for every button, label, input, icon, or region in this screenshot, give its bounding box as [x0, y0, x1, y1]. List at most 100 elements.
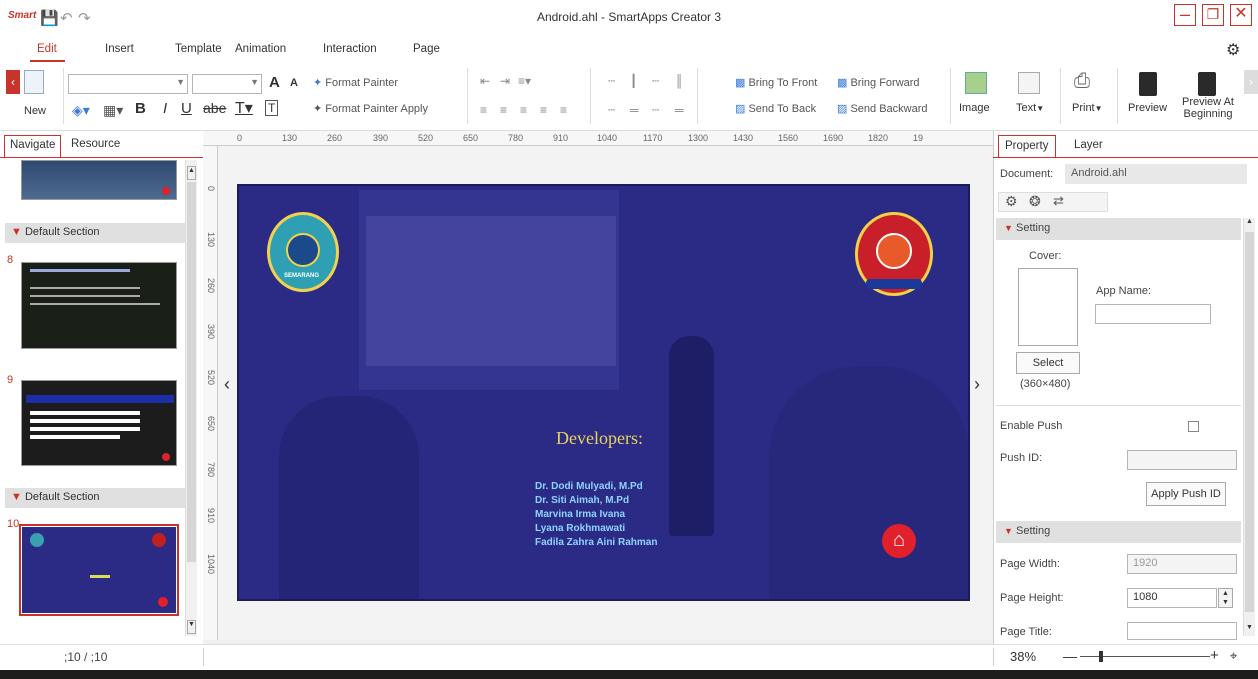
page-thumbnail-7[interactable]: [21, 160, 177, 200]
print-icon[interactable]: ⎙: [1074, 70, 1090, 93]
section-header[interactable]: ▼ Default Section: [5, 488, 185, 508]
gear-icon[interactable]: ⚙: [1005, 193, 1018, 210]
print-button[interactable]: Print▼: [1072, 102, 1103, 114]
close-icon[interactable]: ✕: [1230, 4, 1252, 26]
fit-to-screen-icon[interactable]: ⌖: [1230, 648, 1237, 664]
setting-section-header[interactable]: ▼ Setting: [996, 218, 1241, 240]
home-button[interactable]: ⌂: [882, 524, 916, 558]
menu-animation[interactable]: Animation: [235, 43, 286, 55]
scrollbar-thumb[interactable]: [1245, 232, 1254, 612]
line-spacing-icon[interactable]: ≡▾: [518, 74, 531, 88]
menu-edit[interactable]: Edit: [37, 43, 57, 55]
zoom-in-icon[interactable]: +: [1210, 647, 1219, 664]
scroll-down-icon[interactable]: ▼: [1245, 624, 1254, 636]
android-icon[interactable]: ❂: [1029, 193, 1041, 210]
preview-at-beginning-icon[interactable]: [1198, 72, 1216, 96]
distribute-h-icon[interactable]: ║: [675, 74, 684, 88]
grow-font-button[interactable]: A: [269, 74, 280, 91]
send-to-back-button[interactable]: ▨ Send To Back: [735, 102, 816, 115]
ribbon-scroll-left-icon[interactable]: ‹: [6, 70, 20, 94]
apply-push-id-button[interactable]: Apply Push ID: [1146, 482, 1226, 506]
preview-at-beginning-button[interactable]: Preview At Beginning: [1182, 96, 1234, 120]
align-center-icon[interactable]: ≡: [500, 103, 507, 117]
text-icon[interactable]: [1018, 72, 1040, 94]
distribute-v-icon[interactable]: ═: [675, 103, 684, 117]
ribbon-scroll-right-icon[interactable]: ›: [1244, 70, 1258, 94]
minimize-icon[interactable]: –: [1174, 4, 1196, 26]
restore-icon[interactable]: ❐: [1202, 4, 1224, 26]
align-justify-icon[interactable]: ≡: [540, 103, 547, 117]
align-obj-middle-icon[interactable]: ═: [630, 103, 639, 117]
page-height-input[interactable]: 1080: [1127, 588, 1217, 608]
font-family-select[interactable]: ▼: [68, 74, 188, 94]
align-obj-bottom-icon[interactable]: ┄: [652, 103, 659, 117]
page-height-stepper[interactable]: ▲ ▼: [1218, 588, 1233, 608]
indent-increase-icon[interactable]: ⇥: [500, 74, 510, 88]
property-scrollbar[interactable]: ▲ ▼: [1243, 218, 1255, 636]
text-box-icon[interactable]: T: [265, 100, 279, 116]
bold-button[interactable]: B: [135, 100, 146, 117]
text-color-icon[interactable]: T▾: [235, 98, 253, 118]
italic-button[interactable]: I: [163, 100, 167, 117]
new-button[interactable]: New: [24, 105, 46, 117]
align-distribute-icon[interactable]: ≡: [560, 103, 567, 117]
section-header[interactable]: ▼ Default Section: [5, 223, 185, 243]
align-obj-right-icon[interactable]: ┄: [652, 74, 659, 88]
setting-section-header[interactable]: ▼ Setting: [996, 521, 1241, 543]
cover-image-placeholder[interactable]: [1018, 268, 1078, 346]
text-button[interactable]: Text▼: [1016, 102, 1044, 114]
page-thumbnail-8[interactable]: [21, 262, 177, 349]
zoom-slider-thumb[interactable]: [1099, 651, 1103, 662]
zoom-out-icon[interactable]: —: [1063, 648, 1077, 664]
scroll-up-icon[interactable]: ▲: [187, 166, 196, 180]
enable-push-checkbox[interactable]: [1188, 421, 1199, 432]
page-thumbnail-10[interactable]: [22, 527, 176, 613]
strikethrough-button[interactable]: abe: [203, 100, 226, 116]
align-left-icon[interactable]: ≡: [480, 103, 487, 117]
image-button[interactable]: Image: [959, 102, 990, 114]
border-icon[interactable]: ▦▾: [103, 102, 123, 119]
page-number: 8: [7, 254, 14, 266]
user-icon[interactable]: ⚙: [1226, 40, 1248, 59]
menu-insert[interactable]: Insert: [105, 43, 134, 55]
page-width-input[interactable]: 1920: [1127, 554, 1237, 574]
scroll-down-icon[interactable]: ▼: [187, 620, 196, 634]
font-size-select[interactable]: ▼: [192, 74, 262, 94]
scrollbar-thumb[interactable]: [187, 182, 196, 562]
align-obj-center-icon[interactable]: ┃: [630, 74, 637, 88]
slide-page[interactable]: SEMARANG Developers: Dr. Dodi Mulyadi, M…: [237, 184, 970, 601]
tab-property[interactable]: Property: [998, 135, 1056, 158]
menu-interaction[interactable]: Interaction: [323, 43, 377, 55]
underline-button[interactable]: U: [181, 100, 192, 117]
new-page-icon[interactable]: [24, 70, 44, 94]
menu-page[interactable]: Page: [413, 43, 440, 55]
shrink-font-button[interactable]: A: [290, 77, 298, 89]
app-name-input[interactable]: [1095, 304, 1211, 324]
ruler-tick: 520: [418, 133, 434, 143]
preview-icon[interactable]: [1139, 72, 1157, 96]
align-obj-left-icon[interactable]: ┄: [608, 74, 615, 88]
page-thumbnail-9[interactable]: [21, 380, 177, 466]
indent-decrease-icon[interactable]: ⇤: [480, 74, 490, 88]
thumbnail-scrollbar[interactable]: ▲ ▼: [185, 160, 197, 636]
bring-forward-button[interactable]: ▩ Bring Forward: [837, 76, 920, 89]
send-backward-button[interactable]: ▨ Send Backward: [837, 102, 928, 115]
push-id-input[interactable]: [1127, 450, 1237, 470]
menu-template[interactable]: Template: [175, 43, 222, 55]
image-icon[interactable]: [965, 72, 987, 94]
fill-color-icon[interactable]: ◈▾: [72, 102, 90, 119]
next-page-icon[interactable]: ›: [974, 374, 980, 395]
ruler-tick: 130: [206, 232, 216, 248]
tab-layer[interactable]: Layer: [1074, 139, 1103, 151]
bring-to-front-button[interactable]: ▩ Bring To Front: [735, 76, 817, 89]
scroll-up-icon[interactable]: ▲: [1245, 218, 1254, 230]
previous-page-icon[interactable]: ‹: [224, 374, 230, 395]
format-painter-button[interactable]: ✦ Format Painter: [313, 76, 398, 89]
page-title-input[interactable]: [1127, 622, 1237, 640]
transfer-icon[interactable]: ⇄: [1053, 193, 1064, 209]
preview-button[interactable]: Preview: [1128, 102, 1167, 114]
select-cover-button[interactable]: Select: [1016, 352, 1080, 374]
align-right-icon[interactable]: ≡: [520, 103, 527, 117]
format-painter-apply-button[interactable]: ✦ Format Painter Apply: [313, 102, 428, 115]
align-obj-top-icon[interactable]: ┄: [608, 103, 615, 117]
